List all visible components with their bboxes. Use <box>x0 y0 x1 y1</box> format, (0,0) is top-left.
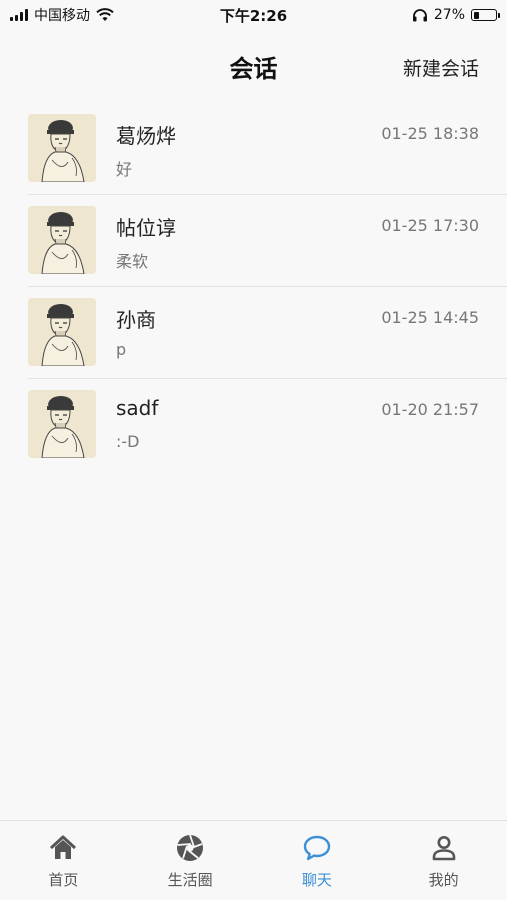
conversation-preview: 好 <box>116 160 133 179</box>
avatar <box>28 390 96 458</box>
tab-me[interactable]: 我的 <box>380 821 507 900</box>
tab-bar: 首页 生活圈 聊天 我的 <box>0 820 507 900</box>
new-conversation-button[interactable]: 新建会话 <box>403 54 479 81</box>
conversation-name: 葛炀烨 <box>116 124 176 148</box>
conversation-time: 01-20 21:57 <box>381 400 479 419</box>
conversation-list: 葛炀烨 好 01-25 18:38 帖位谆 柔软 01-25 17:30 孙商 … <box>0 102 507 470</box>
conversation-name: sadf <box>116 396 159 420</box>
conversation-preview: :-D <box>116 432 140 451</box>
tab-chat[interactable]: 聊天 <box>254 821 381 900</box>
nav-bar: 会话 新建会话 <box>0 30 507 102</box>
page-title: 会话 <box>229 54 278 83</box>
conversation-name: 帖位谆 <box>116 216 176 240</box>
conversation-time: 01-25 17:30 <box>381 216 479 235</box>
carrier-label: 中国移动 <box>34 8 90 24</box>
tab-label: 首页 <box>48 871 79 889</box>
conversation-name: 孙商 <box>116 308 156 332</box>
aperture-icon <box>177 834 204 861</box>
conversation-time: 01-25 14:45 <box>381 308 479 327</box>
conversation-preview: 柔软 <box>116 252 149 271</box>
conversation-row[interactable]: sadf :-D 01-20 21:57 <box>0 378 507 470</box>
wifi-icon <box>96 8 114 21</box>
home-icon <box>50 835 77 859</box>
avatar <box>28 206 96 274</box>
conversation-row[interactable]: 孙商 p 01-25 14:45 <box>0 286 507 378</box>
conversation-time: 01-25 18:38 <box>381 124 479 143</box>
conversation-preview: p <box>116 340 127 359</box>
conversation-row[interactable]: 葛炀烨 好 01-25 18:38 <box>0 102 507 194</box>
tab-label: 聊天 <box>301 871 332 889</box>
avatar <box>28 298 96 366</box>
battery-percent: 27% <box>433 7 465 23</box>
person-icon <box>432 836 455 861</box>
tab-home[interactable]: 首页 <box>0 821 127 900</box>
headphones-icon <box>412 9 427 22</box>
conversation-row[interactable]: 帖位谆 柔软 01-25 17:30 <box>0 194 507 286</box>
chat-bubble-icon <box>303 835 331 861</box>
signal-icon <box>10 9 28 21</box>
avatar <box>28 114 96 182</box>
tab-label: 我的 <box>428 871 459 889</box>
status-bar: 中国移动 下午2:26 27% <box>0 0 507 30</box>
tab-label: 生活圈 <box>167 871 213 889</box>
battery-icon <box>471 9 500 21</box>
tab-moments[interactable]: 生活圈 <box>127 821 254 900</box>
